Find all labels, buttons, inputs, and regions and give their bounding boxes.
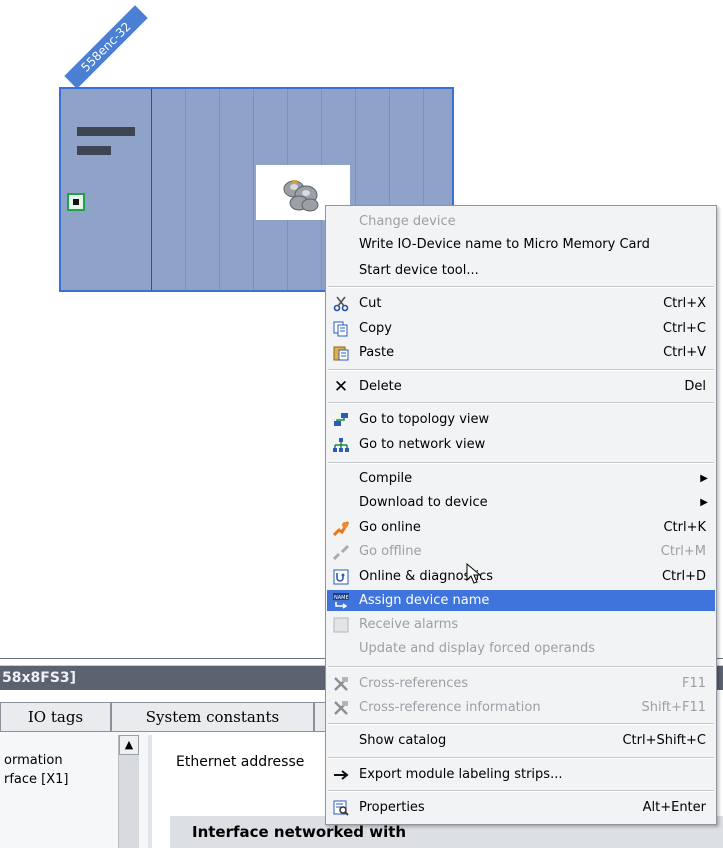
go-offline-icon — [332, 544, 350, 561]
ethernet-port-icon[interactable] — [67, 193, 85, 211]
scroll-up-arrow-icon[interactable]: ▲ — [119, 735, 139, 755]
menu-item-properties[interactable]: Properties Alt+Enter — [327, 797, 715, 818]
cross-references-icon — [333, 676, 349, 692]
menu-item-download-to-device[interactable]: Download to device ▶ — [327, 492, 715, 513]
menu-item-go-to-network-view[interactable]: Go to network view — [327, 434, 715, 455]
tab-system-constants[interactable]: System constants — [111, 702, 314, 732]
cross-reference-info-icon — [333, 700, 349, 716]
menu-item-show-catalog[interactable]: Show catalog Ctrl+Shift+C — [327, 730, 715, 751]
device-head[interactable] — [61, 89, 152, 290]
menu-item-export-labeling-strips[interactable]: Export module labeling strips... — [327, 764, 715, 785]
topology-icon — [333, 412, 349, 428]
tree-item-profinet-interface[interactable]: rface [X1] — [4, 772, 69, 787]
menu-item-go-online[interactable]: Go online Ctrl+K — [327, 517, 715, 538]
menu-item-receive-alarms[interactable]: Receive alarms — [327, 614, 715, 635]
svg-text:NAME: NAME — [334, 595, 349, 601]
menu-item-cut[interactable]: Cut Ctrl+X — [327, 293, 715, 314]
menu-item-change-device[interactable]: Change device — [327, 211, 715, 232]
menu-item-cross-reference-information[interactable]: Cross-reference information Shift+F11 — [327, 697, 715, 718]
menu-item-online-diagnostics[interactable]: Online & diagnostics Ctrl+D — [327, 566, 715, 587]
tab-io-tags[interactable]: IO tags — [0, 702, 111, 732]
ethernet-addresses-heading: Ethernet addresse — [176, 754, 305, 770]
properties-icon — [333, 800, 349, 816]
submenu-arrow-icon: ▶ — [700, 497, 708, 508]
menu-item-start-device-tool[interactable]: Start device tool... — [327, 260, 715, 281]
menu-item-assign-device-name[interactable]: NAME Assign device name — [327, 590, 715, 611]
context-menu: Change device Write IO-Device name to Mi… — [325, 205, 717, 825]
device-led-bar — [77, 146, 111, 155]
device-led-bar — [77, 127, 135, 136]
network-icon — [333, 437, 349, 453]
menu-item-write-io-device-name[interactable]: Write IO-Device name to Micro Memory Car… — [327, 234, 715, 255]
menu-item-copy[interactable]: Copy Ctrl+C — [327, 318, 715, 339]
menu-item-cross-references[interactable]: Cross-references F11 — [327, 673, 715, 694]
menu-item-go-offline[interactable]: Go offline Ctrl+M — [327, 541, 715, 562]
mouse-pointer-icon — [466, 562, 482, 589]
submenu-arrow-icon: ▶ — [700, 473, 708, 484]
copy-icon — [333, 321, 349, 337]
diagnostics-icon — [333, 569, 349, 585]
menu-item-delete[interactable]: ✕ Delete Del — [327, 376, 715, 397]
tree-item-general-information[interactable]: ormation — [4, 753, 63, 768]
menu-item-update-forced-operands[interactable]: Update and display forced operands — [327, 638, 715, 659]
export-icon — [333, 767, 349, 783]
paste-icon — [333, 345, 349, 361]
menu-item-paste[interactable]: Paste Ctrl+V — [327, 342, 715, 363]
tree-scrollbar[interactable]: ▲ — [118, 735, 139, 848]
menu-item-compile[interactable]: Compile ▶ — [327, 468, 715, 489]
menu-item-go-to-topology-view[interactable]: Go to topology view — [327, 409, 715, 430]
delete-x-icon: ✕ — [333, 377, 349, 397]
scissors-icon — [333, 296, 349, 312]
device-name-label[interactable]: 558enc-32 — [64, 5, 148, 89]
receive-alarms-icon — [333, 617, 349, 633]
go-online-icon — [332, 520, 350, 537]
assign-name-icon: NAME — [333, 593, 349, 609]
